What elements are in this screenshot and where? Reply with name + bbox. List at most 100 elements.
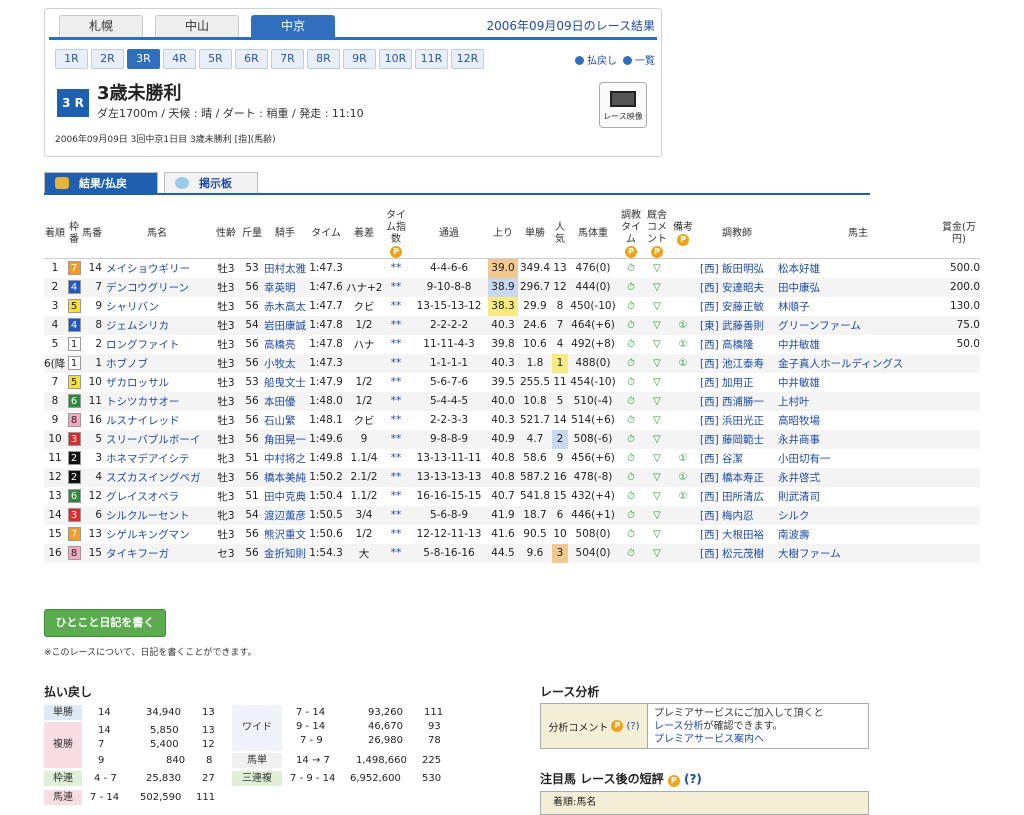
comment-icon[interactable]: ▽ — [653, 472, 661, 483]
clock-icon[interactable]: ⏱ — [627, 282, 635, 293]
cell-jockey-link[interactable]: 本田優 — [264, 396, 296, 408]
cell-jockey-link[interactable]: 中村将之 — [264, 453, 306, 465]
clock-icon[interactable]: ⏱ — [627, 548, 635, 559]
tab-race-4r[interactable]: 4R — [163, 49, 196, 69]
comment-icon[interactable]: ▽ — [653, 339, 661, 350]
cell-horse-name-link[interactable]: ザカロッサル — [106, 377, 169, 389]
tab-venue-chukyo[interactable]: 中京 — [251, 15, 335, 37]
cell-owner-link[interactable]: 中井敏雄 — [778, 377, 820, 389]
cell-horse-name-link[interactable]: メイショウギリー — [106, 263, 190, 275]
clock-icon[interactable]: ⏱ — [627, 320, 635, 331]
clock-icon[interactable]: ⏱ — [627, 377, 635, 388]
comment-icon[interactable]: ▽ — [653, 320, 661, 331]
cell-horse-name-link[interactable]: シャリバン — [106, 301, 159, 313]
cell-jockey-link[interactable]: 高橋亮 — [264, 339, 296, 351]
comment-icon[interactable]: ▽ — [653, 301, 661, 312]
comment-icon[interactable]: ▽ — [653, 282, 661, 293]
cell-trainer-link[interactable]: [西] 西浦勝一 — [700, 396, 764, 408]
cell-trainer-link[interactable]: [西] 梅内忍 — [700, 510, 754, 522]
cell-jockey-link[interactable]: 石山繁 — [264, 415, 296, 427]
clock-icon[interactable]: ⏱ — [627, 339, 635, 350]
tab-race-11r[interactable]: 11R — [415, 49, 448, 69]
cell-trainer-link[interactable]: [西] 松元茂樹 — [700, 548, 764, 560]
clock-icon[interactable]: ⏱ — [627, 396, 635, 407]
cell-owner-link[interactable]: 高昭牧場 — [778, 415, 820, 427]
analysis-help-link[interactable]: (?) — [626, 721, 639, 732]
cell-owner-link[interactable]: 上村叶 — [778, 396, 810, 408]
race-video-button[interactable]: レース映像 — [599, 82, 647, 128]
comment-icon[interactable]: ▽ — [653, 415, 661, 426]
cell-trainer-link[interactable]: [西] 安藤正敏 — [700, 301, 764, 313]
cell-jockey-link[interactable]: 赤木高太 — [264, 301, 306, 313]
tab-board[interactable]: 掲示板 — [164, 172, 258, 193]
write-diary-button[interactable]: ひとこと日記を書く — [44, 609, 166, 637]
cell-owner-link[interactable]: 則武清司 — [778, 491, 820, 503]
tab-race-5r[interactable]: 5R — [199, 49, 232, 69]
cell-jockey-link[interactable]: 田村太雅 — [264, 263, 306, 275]
clock-icon[interactable]: ⏱ — [627, 301, 635, 312]
cell-horse-name-link[interactable]: ホネマデアイシテ — [106, 453, 189, 465]
tab-race-9r[interactable]: 9R — [343, 49, 376, 69]
clock-icon[interactable]: ⏱ — [627, 453, 635, 464]
cell-owner-link[interactable]: 大樹ファーム — [778, 548, 841, 560]
cell-owner-link[interactable]: 永井商事 — [778, 434, 820, 446]
clock-icon[interactable]: ⏱ — [627, 472, 635, 483]
premium-service-link[interactable]: プレミアサービス案内へ — [654, 734, 764, 745]
comment-icon[interactable]: ▽ — [653, 377, 661, 388]
clock-icon[interactable]: ⏱ — [627, 491, 635, 502]
clock-icon[interactable]: ⏱ — [627, 358, 635, 369]
cell-horse-name-link[interactable]: グレイスオペラ — [106, 491, 179, 503]
comment-icon[interactable]: ▽ — [653, 396, 661, 407]
cell-trainer-link[interactable]: [西] 橋本寿正 — [700, 472, 764, 484]
cell-trainer-link[interactable]: [西] 大根田裕 — [700, 529, 764, 541]
tab-venue-sapporo[interactable]: 札幌 — [59, 15, 143, 37]
clock-icon[interactable]: ⏱ — [627, 510, 635, 521]
comment-icon[interactable]: ▽ — [653, 453, 661, 464]
cell-horse-name-link[interactable]: スリーバブルボーイ — [106, 434, 200, 446]
comment-icon[interactable]: ▽ — [653, 491, 661, 502]
cell-trainer-link[interactable]: [東] 武藤善則 — [700, 320, 764, 332]
cell-jockey-link[interactable]: 岩田康誠 — [264, 320, 306, 332]
cell-horse-name-link[interactable]: タイキフーガ — [106, 548, 169, 560]
tab-race-1r[interactable]: 1R — [55, 49, 88, 69]
cell-trainer-link[interactable]: [西] 浜田光正 — [700, 415, 764, 427]
cell-owner-link[interactable]: 林順子 — [778, 301, 810, 313]
cell-jockey-link[interactable]: 橋本美純 — [264, 472, 306, 484]
cell-horse-name-link[interactable]: ホブノブ — [106, 358, 148, 370]
clock-icon[interactable]: ⏱ — [627, 415, 635, 426]
cell-jockey-link[interactable]: 渡辺薫彦 — [264, 510, 306, 522]
attention-help-link[interactable]: (?) — [684, 772, 702, 786]
tab-race-7r[interactable]: 7R — [271, 49, 304, 69]
cell-owner-link[interactable]: 松本好雄 — [778, 263, 820, 275]
cell-owner-link[interactable]: 南波壽 — [778, 529, 810, 541]
cell-jockey-link[interactable]: 金折知則 — [264, 548, 306, 560]
cell-trainer-link[interactable]: [西] 池江泰寿 — [700, 358, 764, 370]
cell-trainer-link[interactable]: [西] 飯田明弘 — [700, 263, 764, 275]
tab-results[interactable]: 結果/払戻 — [44, 172, 158, 193]
cell-jockey-link[interactable]: 熊沢重文 — [264, 529, 306, 541]
cell-jockey-link[interactable]: 幸英明 — [264, 282, 296, 294]
cell-jockey-link[interactable]: 田中克典 — [264, 491, 306, 503]
cell-horse-name-link[interactable]: シゲルキングマン — [106, 529, 190, 541]
comment-icon[interactable]: ▽ — [653, 434, 661, 445]
comment-icon[interactable]: ▽ — [653, 548, 661, 559]
cell-trainer-link[interactable]: [西] 谷潔 — [700, 453, 743, 465]
cell-owner-link[interactable]: 中井敏雄 — [778, 339, 820, 351]
cell-owner-link[interactable]: 田中康弘 — [778, 282, 820, 294]
comment-icon[interactable]: ▽ — [653, 529, 661, 540]
tab-race-10r[interactable]: 10R — [379, 49, 412, 69]
race-analysis-link[interactable]: レース分析 — [654, 721, 704, 732]
comment-icon[interactable]: ▽ — [653, 510, 661, 521]
cell-horse-name-link[interactable]: シルクルーセント — [106, 510, 190, 522]
cell-owner-link[interactable]: 金子真人ホールディングス — [778, 358, 903, 370]
comment-icon[interactable]: ▽ — [653, 358, 661, 369]
tab-race-2r[interactable]: 2R — [91, 49, 124, 69]
cell-jockey-link[interactable]: 小牧太 — [264, 358, 296, 370]
list-link[interactable]: 一覧 — [623, 52, 655, 67]
cell-owner-link[interactable]: シルク — [778, 510, 810, 522]
tab-race-6r[interactable]: 6R — [235, 49, 268, 69]
cell-trainer-link[interactable]: [西] 藤岡範士 — [700, 434, 764, 446]
payout-link[interactable]: 払戻し — [575, 52, 617, 67]
cell-trainer-link[interactable]: [西] 田所清広 — [700, 491, 764, 503]
cell-horse-name-link[interactable]: トシツカサオー — [106, 396, 180, 408]
